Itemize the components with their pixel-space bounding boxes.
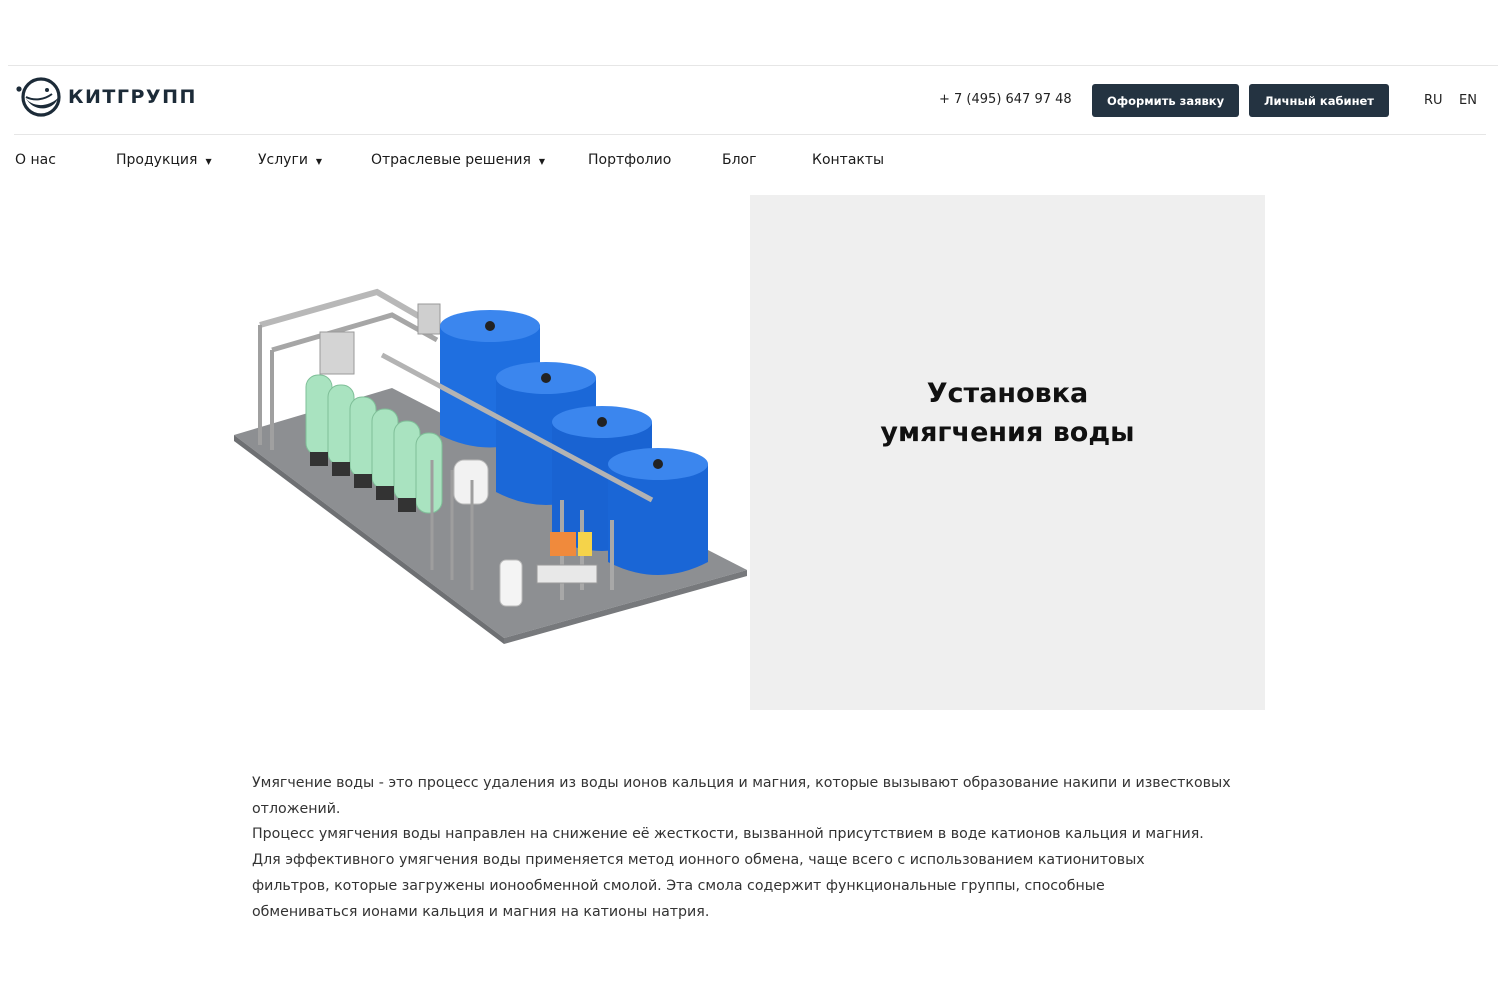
caret-down-icon: ▼ (205, 156, 212, 166)
brand-logo[interactable]: КИТГРУПП (14, 76, 197, 118)
nav-item-contacts[interactable]: Контакты (812, 152, 884, 168)
intro-paragraph: Умягчение воды - это процесс удаления из… (252, 775, 1231, 817)
description-paragraph: Процесс умягчения воды направлен на сниж… (252, 826, 1204, 920)
nav-item-about[interactable]: О нас (15, 152, 56, 168)
nav-item-label: О нас (15, 152, 56, 168)
nav-item-label: Отраслевые решения (371, 152, 531, 168)
nav-item-industry-solutions[interactable]: Отраслевые решения ▼ (371, 152, 545, 168)
top-divider (8, 65, 1498, 66)
caret-down-icon: ▼ (538, 156, 546, 166)
nav-item-portfolio[interactable]: Портфолио (588, 152, 671, 168)
nav-item-blog[interactable]: Блог (722, 152, 756, 168)
account-button[interactable]: Личный кабинет (1249, 84, 1389, 117)
nav-item-label: Контакты (812, 152, 885, 168)
nav-item-label: Продукция (116, 152, 198, 168)
lang-ru[interactable]: RU (1424, 93, 1443, 108)
page-title: Установка умягчения воды (880, 378, 1135, 449)
lang-en[interactable]: EN (1459, 93, 1477, 108)
nav-item-label: Портфолио (588, 152, 672, 168)
phone-link[interactable]: + 7 (495) 647 97 48 (939, 92, 1072, 107)
hero-title-panel: Установка умягчения воды (750, 195, 1265, 710)
nav-item-label: Услуги (258, 152, 308, 168)
header-divider (14, 134, 1486, 135)
nav-item-products[interactable]: Продукция ▼ (116, 152, 212, 168)
whale-logo-icon (16, 77, 61, 117)
nav-item-label: Блог (722, 152, 757, 168)
water-softening-plant-illustration (234, 288, 747, 644)
order-button[interactable]: Оформить заявку (1092, 84, 1239, 117)
brand-name: КИТГРУПП (68, 86, 197, 108)
nav-item-services[interactable]: Услуги ▼ (258, 152, 322, 168)
caret-down-icon: ▼ (315, 156, 323, 166)
